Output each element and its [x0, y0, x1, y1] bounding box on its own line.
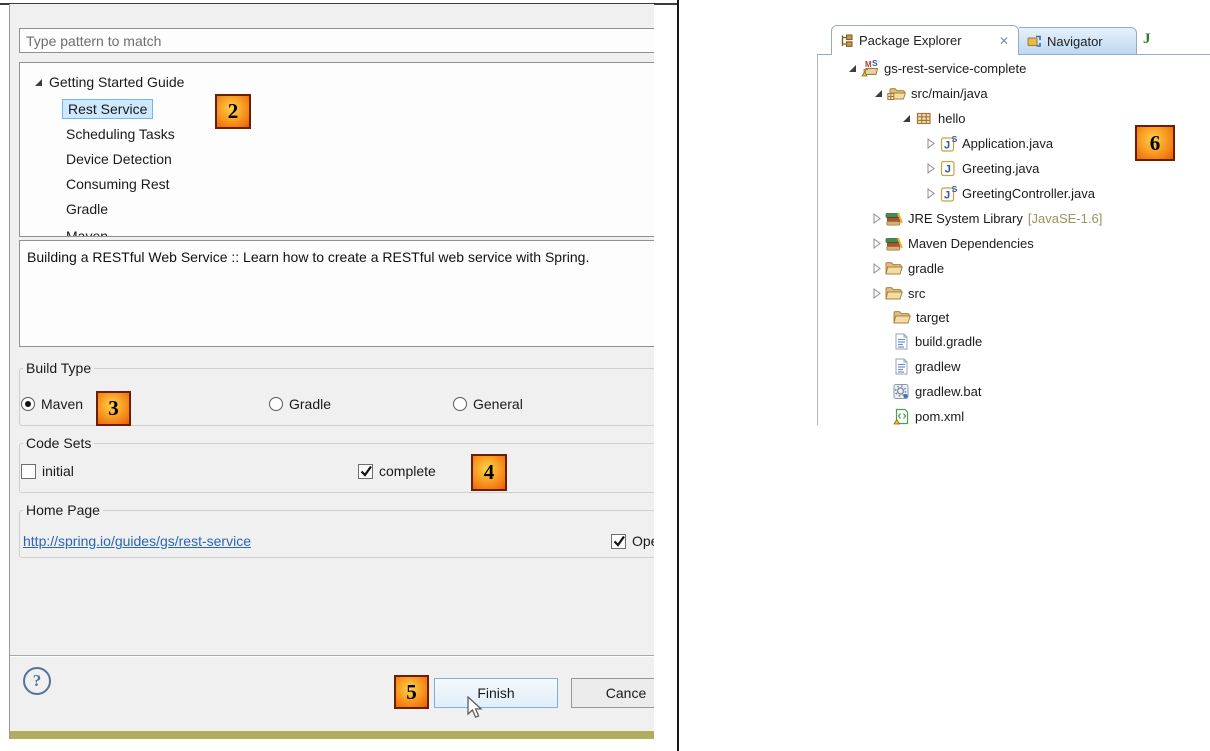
- search-input[interactable]: [20, 29, 654, 52]
- annotation-step-6: 6: [1135, 125, 1175, 161]
- build-type-label: Build Type: [23, 360, 94, 376]
- cancel-button[interactable]: Cance: [571, 678, 654, 708]
- expanded-arrow-icon[interactable]: [900, 112, 913, 125]
- gradle-radio-button[interactable]: [269, 397, 283, 411]
- greeting-controller-java-row[interactable]: GreetingController.java: [924, 181, 1095, 205]
- tab-navigator[interactable]: Navigator: [1019, 27, 1137, 55]
- help-button[interactable]: ?: [23, 667, 51, 695]
- home-page-link[interactable]: http://spring.io/guides/gs/rest-service: [23, 533, 251, 549]
- text-file-icon: [893, 358, 909, 375]
- src-folder-row[interactable]: src: [870, 281, 925, 305]
- text-file-icon: [893, 333, 909, 350]
- tree-item-consuming-rest[interactable]: Consuming Rest: [66, 172, 170, 196]
- tree-item-maven[interactable]: Maven: [66, 224, 108, 237]
- tree-root-row[interactable]: Getting Started Guide: [32, 70, 184, 94]
- description-box: Building a RESTful Web Service :: Learn …: [19, 240, 654, 347]
- collapsed-arrow-icon[interactable]: [870, 287, 883, 300]
- home-page-label: Home Page: [23, 502, 103, 518]
- java-class-spring-icon: [940, 135, 958, 152]
- greeting-java-row[interactable]: Greeting.java: [924, 156, 1039, 180]
- source-folder-icon: [887, 86, 906, 101]
- gradlew-row[interactable]: gradlew: [893, 354, 961, 378]
- code-sets-label: Code Sets: [23, 435, 94, 451]
- mouse-cursor-icon: [467, 696, 483, 720]
- collapsed-arrow-icon[interactable]: [870, 262, 883, 275]
- annotation-step-2: 2: [215, 94, 251, 129]
- tree-root-label: Getting Started Guide: [49, 74, 184, 90]
- status-bar: [10, 731, 654, 739]
- library-icon: [885, 236, 903, 251]
- target-folder-row[interactable]: target: [893, 305, 949, 329]
- folder-icon: [885, 286, 903, 301]
- screenshot: Getting Started Guide Rest Service Sched…: [0, 0, 1210, 751]
- checkbox-complete[interactable]: complete: [358, 463, 436, 479]
- guide-description: Building a RESTful Web Service :: Learn …: [27, 247, 607, 267]
- checkmark-icon: [612, 534, 626, 547]
- finish-button[interactable]: Finish: [434, 678, 558, 708]
- batch-file-icon: [893, 383, 909, 399]
- general-radio-button[interactable]: [453, 397, 467, 411]
- jre-system-library-row[interactable]: JRE System Library [JavaSE-1.6]: [870, 206, 1102, 230]
- vertical-divider: [677, 0, 679, 751]
- tab-junit[interactable]: J: [1143, 31, 1151, 48]
- checkmark-icon: [359, 464, 373, 477]
- gradle-folder-row[interactable]: gradle: [870, 256, 944, 280]
- navigator-icon: [1027, 34, 1041, 48]
- collapsed-arrow-icon[interactable]: [924, 162, 937, 175]
- build-gradle-row[interactable]: build.gradle: [893, 329, 982, 353]
- java-class-spring-icon: [940, 185, 958, 202]
- radio-maven[interactable]: Maven: [21, 396, 83, 412]
- tab-package-explorer[interactable]: Package Explorer ✕: [831, 25, 1019, 55]
- expanded-arrow-icon[interactable]: [846, 62, 859, 75]
- annotation-step-4: 4: [471, 454, 507, 491]
- java-class-icon: [940, 160, 956, 177]
- expanded-arrow-icon[interactable]: [32, 76, 45, 89]
- pom-xml-row[interactable]: pom.xml: [893, 404, 964, 428]
- annotation-step-3: 3: [96, 391, 131, 426]
- maven-radio-button[interactable]: [21, 397, 35, 411]
- search-box: [19, 28, 654, 53]
- selected-tree-item[interactable]: Rest Service: [62, 99, 153, 119]
- checkbox-open[interactable]: Ope: [611, 533, 654, 549]
- hello-package-row[interactable]: hello: [900, 106, 965, 130]
- library-icon: [885, 211, 903, 226]
- close-icon[interactable]: ✕: [999, 34, 1009, 48]
- code-sets-group: [19, 443, 654, 493]
- xml-file-warning-icon: [893, 408, 909, 425]
- complete-checkbox[interactable]: [358, 464, 373, 479]
- question-mark-icon: ?: [33, 671, 42, 691]
- radio-gradle[interactable]: Gradle: [269, 396, 331, 412]
- tree-item-scheduling-tasks[interactable]: Scheduling Tasks: [66, 122, 175, 146]
- tree-item-gradle[interactable]: Gradle: [66, 197, 108, 221]
- jre-version-suffix: [JavaSE-1.6]: [1028, 211, 1102, 226]
- folder-icon: [893, 310, 911, 325]
- tree-item-device-detection[interactable]: Device Detection: [66, 147, 172, 171]
- checkbox-initial[interactable]: initial: [21, 463, 74, 479]
- guide-tree: Getting Started Guide Rest Service Sched…: [19, 62, 654, 237]
- import-wizard-dialog: Getting Started Guide Rest Service Sched…: [9, 4, 654, 739]
- tree-item-rest-service[interactable]: Rest Service: [62, 97, 153, 121]
- project-row[interactable]: gs-rest-service-complete: [846, 56, 1026, 80]
- initial-checkbox[interactable]: [21, 464, 36, 479]
- collapsed-arrow-icon[interactable]: [870, 237, 883, 250]
- collapsed-arrow-icon[interactable]: [924, 137, 937, 150]
- footer-separator: [10, 655, 654, 656]
- expanded-arrow-icon[interactable]: [872, 87, 885, 100]
- explorer-panel-border: [817, 55, 818, 425]
- radio-general[interactable]: General: [453, 396, 523, 412]
- collapsed-arrow-icon[interactable]: [870, 212, 883, 225]
- application-java-row[interactable]: Application.java: [924, 131, 1053, 155]
- maven-dependencies-row[interactable]: Maven Dependencies: [870, 231, 1034, 255]
- maven-spring-project-icon: [861, 60, 879, 77]
- folder-icon: [885, 261, 903, 276]
- gradlew-bat-row[interactable]: gradlew.bat: [893, 379, 982, 403]
- annotation-step-5: 5: [394, 675, 429, 709]
- open-checkbox[interactable]: [611, 534, 626, 549]
- collapsed-arrow-icon[interactable]: [924, 187, 937, 200]
- package-explorer-icon: [840, 34, 853, 47]
- src-main-java-row[interactable]: src/main/java: [872, 81, 988, 105]
- package-icon: [916, 111, 932, 126]
